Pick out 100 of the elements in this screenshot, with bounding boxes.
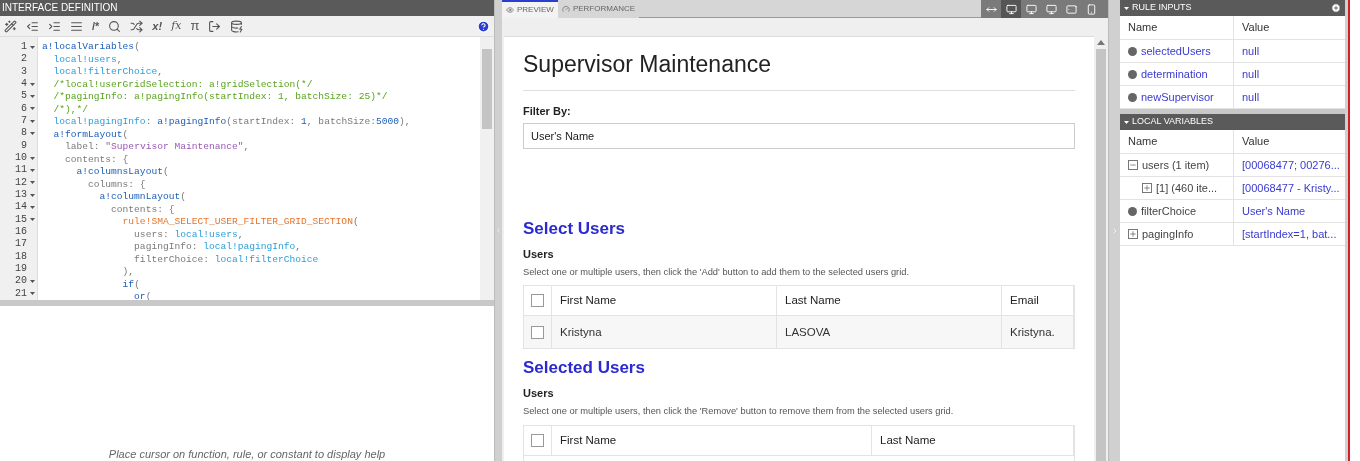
line-number: 20 [15,275,27,288]
fold-arrow-icon[interactable] [29,94,35,98]
column-header: Value [1242,134,1270,150]
bang-tool[interactable]: x! [152,17,163,35]
help-text: Place cursor on function, rule, or constant to display help [108,448,386,461]
input-name[interactable]: newSupervisor [1141,88,1214,106]
line-number: 3 [21,65,27,78]
fold-arrow-icon[interactable] [29,292,35,296]
add-icon[interactable] [1331,3,1341,13]
code-line: /*pagingInfo: a!pagingInfo(startIndex: 1, batchSize: 25)*/ [52,91,389,104]
column-header: Name [1128,134,1158,150]
fold-arrow-icon[interactable] [29,82,35,86]
wand-icon[interactable] [4,19,17,33]
code-line: contents: { [64,153,130,166]
table-cell-text: LASOVA [785,324,831,340]
line-number: 10 [15,152,27,165]
table-cell-text: Kristyna. [1010,324,1055,340]
comment-tool[interactable]: /* [92,17,100,35]
eye-icon [506,6,514,14]
section-heading: Selected Users [523,357,646,380]
format-icon[interactable] [70,19,83,33]
code-line: filterChoice: local!filterChoice [133,253,320,266]
input-value[interactable]: null [1242,42,1260,60]
fold-arrow-icon[interactable] [29,279,35,283]
variable-name: [1] (460 ite... [1156,180,1218,196]
monitor-icon [1005,3,1017,15]
input-name[interactable]: determination [1141,65,1208,83]
fold-arrow-icon[interactable] [29,168,35,172]
phone-icon [1085,3,1097,15]
line-number: 18 [15,250,27,263]
fold-arrow-icon[interactable] [29,205,35,209]
code-line: local!pagingInfo: a!pagingInfo(startIndex: 1, batchSize:5000), [52,116,412,129]
variable-value[interactable]: User's Name [1242,202,1306,220]
database-icon[interactable] [230,19,244,33]
help-icon[interactable] [477,19,490,33]
line-number: 1 [21,41,27,54]
line-number: 17 [15,238,27,251]
device-button[interactable] [1001,0,1021,18]
input-value[interactable]: null [1242,88,1260,106]
form-title: Supervisor Maintenance [523,37,1075,91]
variable-name: filterChoice [1141,203,1197,219]
code-line: local!filterChoice, [52,66,164,79]
fold-arrow-icon[interactable] [29,156,35,160]
expand-icon[interactable] [1128,229,1138,239]
variable-value[interactable]: [00068477 - Kristy... [1242,179,1340,197]
scrollbar[interactable] [480,37,494,300]
line-number: 5 [21,90,27,103]
fold-arrow-icon[interactable] [29,131,35,135]
outdent-icon[interactable] [26,19,39,33]
code-line: columns: { [87,178,147,191]
indent-icon[interactable] [48,19,61,33]
input-value[interactable]: null [1242,65,1260,83]
filter-field[interactable]: User's Name [523,123,1075,149]
variable-value[interactable]: [startIndex=1, bat... [1242,225,1337,243]
code-line: ), [121,266,136,279]
line-number: 8 [21,127,27,140]
line-number: 4 [21,78,27,91]
panel-header[interactable]: RULE INPUTS [1120,0,1345,16]
code-line: rule!SMA_SELECT_USER_FILTER_GRID_SECTION( [121,216,360,229]
table-cell-text: Kristyna [560,324,602,340]
input-name[interactable]: selectedUsers [1141,42,1211,60]
code-line: a!localVariables( [42,41,141,54]
panel-header[interactable]: LOCAL VARIABLES [1120,114,1345,130]
function-tool[interactable]: fx [171,17,182,35]
fold-arrow-icon[interactable] [29,45,35,49]
code-line: users: local!users, [133,228,245,241]
code-line: a!columnsLayout( [75,166,170,179]
fold-arrow-icon[interactable] [29,218,35,222]
line-number: 9 [21,139,27,152]
tab[interactable]: PREVIEW [502,0,558,18]
shuffle-icon[interactable] [130,19,144,33]
checkbox[interactable] [531,325,544,339]
column-header: Name [1128,20,1158,36]
panel-header: INTERFACE DEFINITION [0,0,494,16]
pi-tool[interactable]: π [190,16,200,36]
line-number: 19 [15,263,27,276]
expand-icon[interactable] [1142,183,1152,193]
field-label: Filter By: [523,103,572,119]
caret-icon [1124,120,1129,124]
monitor-icon [1045,3,1057,15]
variable-value[interactable]: [00068477; 00276... [1242,156,1340,174]
checkbox[interactable] [531,433,544,447]
line-number: 6 [21,102,27,115]
tablet-icon [1065,3,1077,15]
fold-arrow-icon[interactable] [29,119,35,123]
export-icon[interactable] [208,19,222,33]
checkbox[interactable] [531,294,544,308]
line-number: 7 [21,115,27,128]
fold-arrow-icon[interactable] [29,193,35,197]
variable-name: pagingInfo [1142,226,1194,242]
code-line: local!users, [52,53,124,66]
fold-arrow-icon[interactable] [29,107,35,111]
line-number: 12 [15,176,27,189]
collapse-icon[interactable] [1128,160,1138,170]
search-icon[interactable] [108,19,122,33]
line-number: 16 [15,226,27,239]
scroll-up-icon [1097,40,1105,45]
tab[interactable]: PERFORMANCE [557,0,640,18]
code-line: /*local!userGridSelection: a!gridSelection(*/ [52,78,314,91]
fold-arrow-icon[interactable] [29,181,35,185]
